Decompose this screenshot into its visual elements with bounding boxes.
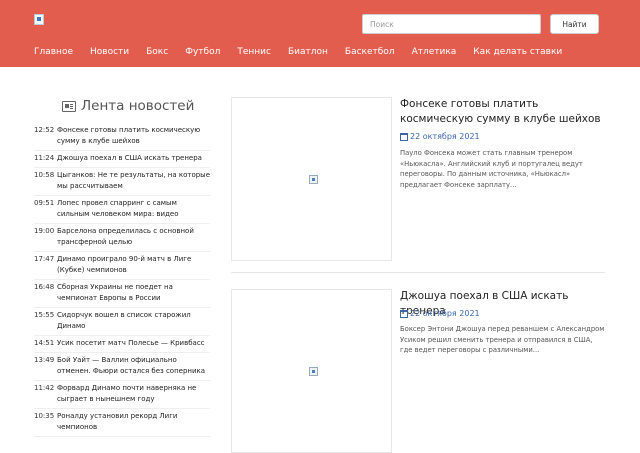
calendar-icon: [400, 309, 408, 318]
article-date-text: 22 октября 2021: [410, 309, 480, 318]
nav-item-betting[interactable]: Как делать ставки: [473, 46, 562, 60]
feed-time: 11:42: [34, 384, 55, 392]
feed-headline[interactable]: Динамо проиграло 90-й матч в Лиге (Кубке…: [57, 254, 210, 276]
feed-item[interactable]: 16:48 Сборная Украины не поедет на чемпио…: [34, 280, 210, 308]
feed-time: 11:24: [34, 154, 55, 162]
feed-headline[interactable]: Джошуа поехал в США искать тренера: [57, 153, 210, 164]
nav-item-basketball[interactable]: Баскетбол: [345, 46, 395, 60]
feed-time: 14:51: [34, 339, 55, 347]
feed-item[interactable]: 14:51 Усик посетит матч Полесье — Кривбас…: [34, 336, 210, 353]
feed-item[interactable]: 10:58 Цыганков: Не те результаты, на кото…: [34, 168, 210, 196]
feed-headline[interactable]: Барселона определилась с основной трансф…: [57, 226, 210, 248]
article-date: 22 октября 2021: [400, 132, 480, 141]
feed-time: 10:35: [34, 412, 55, 420]
feed-time: 17:47: [34, 255, 55, 263]
feed-headline[interactable]: Лопес провел спарринг с самым сильным че…: [57, 198, 210, 220]
feed-headline[interactable]: Сборная Украины не поедет на чемпионат Е…: [57, 282, 210, 304]
article-title[interactable]: Фонсеке готовы платить космическую сумму…: [400, 97, 605, 127]
feed-time: 12:52: [34, 126, 55, 134]
search-button[interactable]: Найти: [550, 14, 599, 34]
nav-item-boxing[interactable]: Бокс: [146, 46, 168, 60]
feed-headline[interactable]: Фонсеке готовы платить космическую сумму…: [57, 125, 210, 147]
broken-image-icon: [309, 175, 318, 184]
feed-headline[interactable]: Усик посетит матч Полесье — Кривбасс: [57, 338, 210, 349]
article-date: 22 октября 2021: [400, 309, 480, 318]
article-image[interactable]: [231, 289, 392, 453]
site-header: Найти Главное Новости Бокс Футбол Теннис…: [0, 0, 640, 67]
nav-item-news[interactable]: Новости: [90, 46, 129, 60]
feed-time: 13:49: [34, 356, 55, 364]
feed-time: 16:48: [34, 283, 55, 291]
article-image[interactable]: [231, 97, 392, 261]
nav-item-main[interactable]: Главное: [34, 46, 73, 60]
feed-title-text: Лента новостей: [81, 98, 195, 114]
feed-item[interactable]: 13:49 Бой Уайт — Валлин официально отмене…: [34, 353, 210, 381]
feed-headline[interactable]: Роналду установил рекорд Лиги чемпионов: [57, 411, 210, 433]
nav-item-tennis[interactable]: Теннис: [237, 46, 271, 60]
feed-item[interactable]: 12:52 Фонсеке готовы платить космическую …: [34, 123, 210, 151]
feed-item[interactable]: 17:47 Динамо проиграло 90-й матч в Лиге (…: [34, 252, 210, 280]
feed-time: 10:58: [34, 171, 55, 179]
site-logo-icon[interactable]: [34, 14, 44, 25]
feed-title: Лента новостей: [62, 97, 194, 115]
broken-image-icon: [309, 367, 318, 376]
feed-item[interactable]: 15:55 Сидорчук вошел в список старожил Ди…: [34, 308, 210, 336]
feed-item[interactable]: 09:51 Лопес провел спарринг с самым сильн…: [34, 196, 210, 224]
feed-time: 19:00: [34, 227, 55, 235]
article-divider: [231, 272, 605, 273]
feed-headline[interactable]: Цыганков: Не те результаты, на которые м…: [57, 170, 210, 192]
newspaper-icon: [62, 100, 76, 112]
feed-time: 15:55: [34, 311, 55, 319]
feed-time: 09:51: [34, 199, 55, 207]
article-date-text: 22 октября 2021: [410, 132, 480, 141]
article-excerpt: Пауло Фонсека может стать главным тренер…: [400, 149, 583, 189]
calendar-icon: [400, 132, 408, 141]
search-input[interactable]: [362, 14, 541, 34]
feed-headline[interactable]: Бой Уайт — Валлин официально отменен. Фь…: [57, 355, 210, 377]
feed-headline[interactable]: Форвард Динамо почти наверняка не сыграе…: [57, 383, 210, 405]
nav-item-football[interactable]: Футбол: [185, 46, 220, 60]
nav-item-biathlon[interactable]: Биатлон: [288, 46, 328, 60]
main-nav: Главное Новости Бокс Футбол Теннис Биатл…: [34, 46, 579, 60]
nav-item-athletics[interactable]: Атлетика: [412, 46, 457, 60]
feed-item[interactable]: 10:35 Роналду установил рекорд Лиги чемпи…: [34, 409, 210, 437]
feed-item[interactable]: 19:00 Барселона определилась с основной т…: [34, 224, 210, 252]
feed-headline[interactable]: Сидорчук вошел в список старожил Динамо: [57, 310, 210, 332]
news-feed: 12:52 Фонсеке готовы платить космическую …: [34, 123, 210, 437]
article-excerpt: Боксер Энтони Джошуа перед реваншем с Ал…: [400, 325, 605, 354]
feed-item[interactable]: 11:24 Джошуа поехал в США искать тренера: [34, 151, 210, 168]
feed-item[interactable]: 11:42 Форвард Динамо почти наверняка не с…: [34, 381, 210, 409]
